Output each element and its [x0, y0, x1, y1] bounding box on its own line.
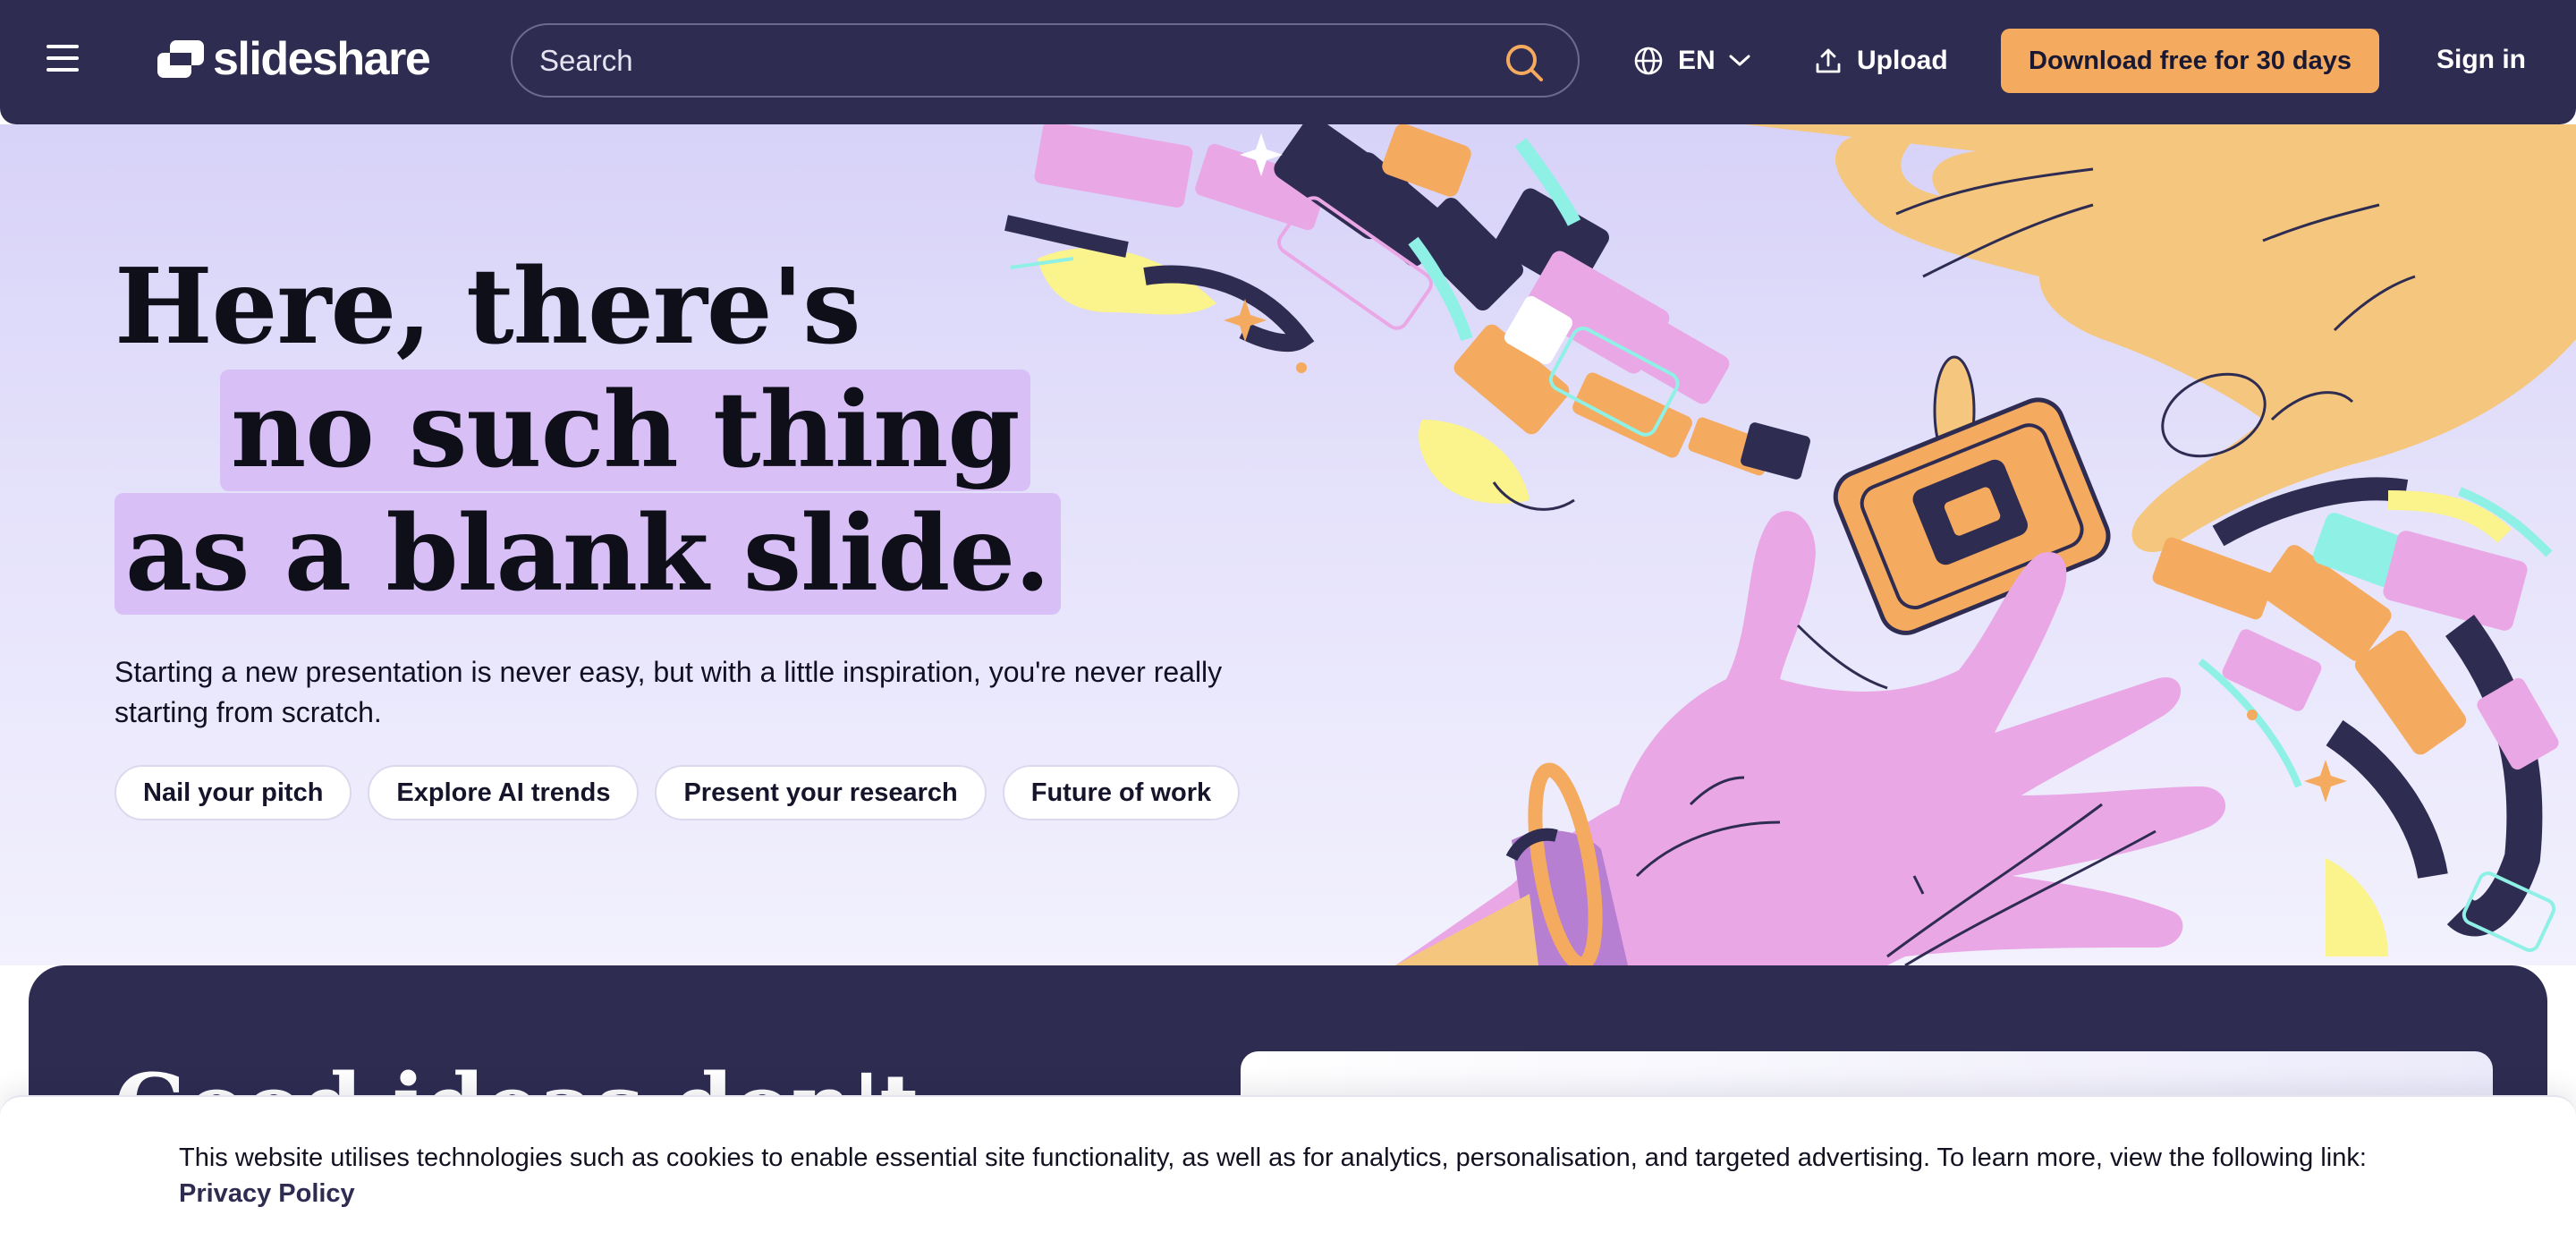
chip-present-your-research[interactable]: Present your research	[655, 765, 987, 820]
cookie-banner: This website utilises technologies such …	[0, 1095, 2576, 1258]
hero-illustration	[1004, 124, 2576, 965]
cookie-message: This website utilises technologies such …	[179, 1143, 2367, 1172]
headline-line-3: as a blank slide.	[114, 493, 1061, 615]
hero-headline: Here, there's no such thing as a blank s…	[114, 245, 1061, 616]
upload-button[interactable]: Upload	[1814, 41, 1948, 81]
slideshare-logo[interactable]: slideshare	[157, 32, 431, 86]
search-icon[interactable]	[1504, 43, 1544, 82]
top-navbar: slideshare EN Upload Download free for 3…	[0, 0, 2576, 124]
language-label: EN	[1678, 46, 1716, 75]
topic-chips: Nail your pitch Explore AI trends Presen…	[114, 765, 1241, 820]
headline-line-2: no such thing	[220, 370, 1030, 491]
search-input[interactable]	[539, 38, 1479, 84]
download-free-button[interactable]: Download free for 30 days	[2001, 29, 2379, 93]
menu-icon[interactable]	[47, 45, 82, 75]
chevron-down-icon	[1729, 55, 1750, 66]
sign-in-link[interactable]: Sign in	[2436, 45, 2526, 75]
search-box[interactable]	[511, 23, 1580, 98]
upload-label: Upload	[1857, 46, 1948, 75]
cookie-text-block: This website utilises technologies such …	[179, 1140, 2415, 1211]
hero-subtitle: Starting a new presentation is never eas…	[114, 656, 1223, 728]
slideshare-logo-icon	[157, 40, 204, 78]
chip-future-of-work[interactable]: Future of work	[1002, 765, 1241, 820]
chip-nail-your-pitch[interactable]: Nail your pitch	[114, 765, 352, 820]
upload-icon	[1816, 48, 1841, 73]
headline-line-1: Here, there's	[114, 246, 861, 368]
globe-icon	[1634, 47, 1663, 75]
privacy-policy-link[interactable]: Privacy Policy	[179, 1179, 355, 1208]
hero-section: Here, there's no such thing as a blank s…	[0, 124, 2576, 965]
logo-text: slideshare	[213, 33, 431, 85]
language-selector[interactable]: EN	[1633, 41, 1751, 81]
chip-explore-ai-trends[interactable]: Explore AI trends	[368, 765, 640, 820]
